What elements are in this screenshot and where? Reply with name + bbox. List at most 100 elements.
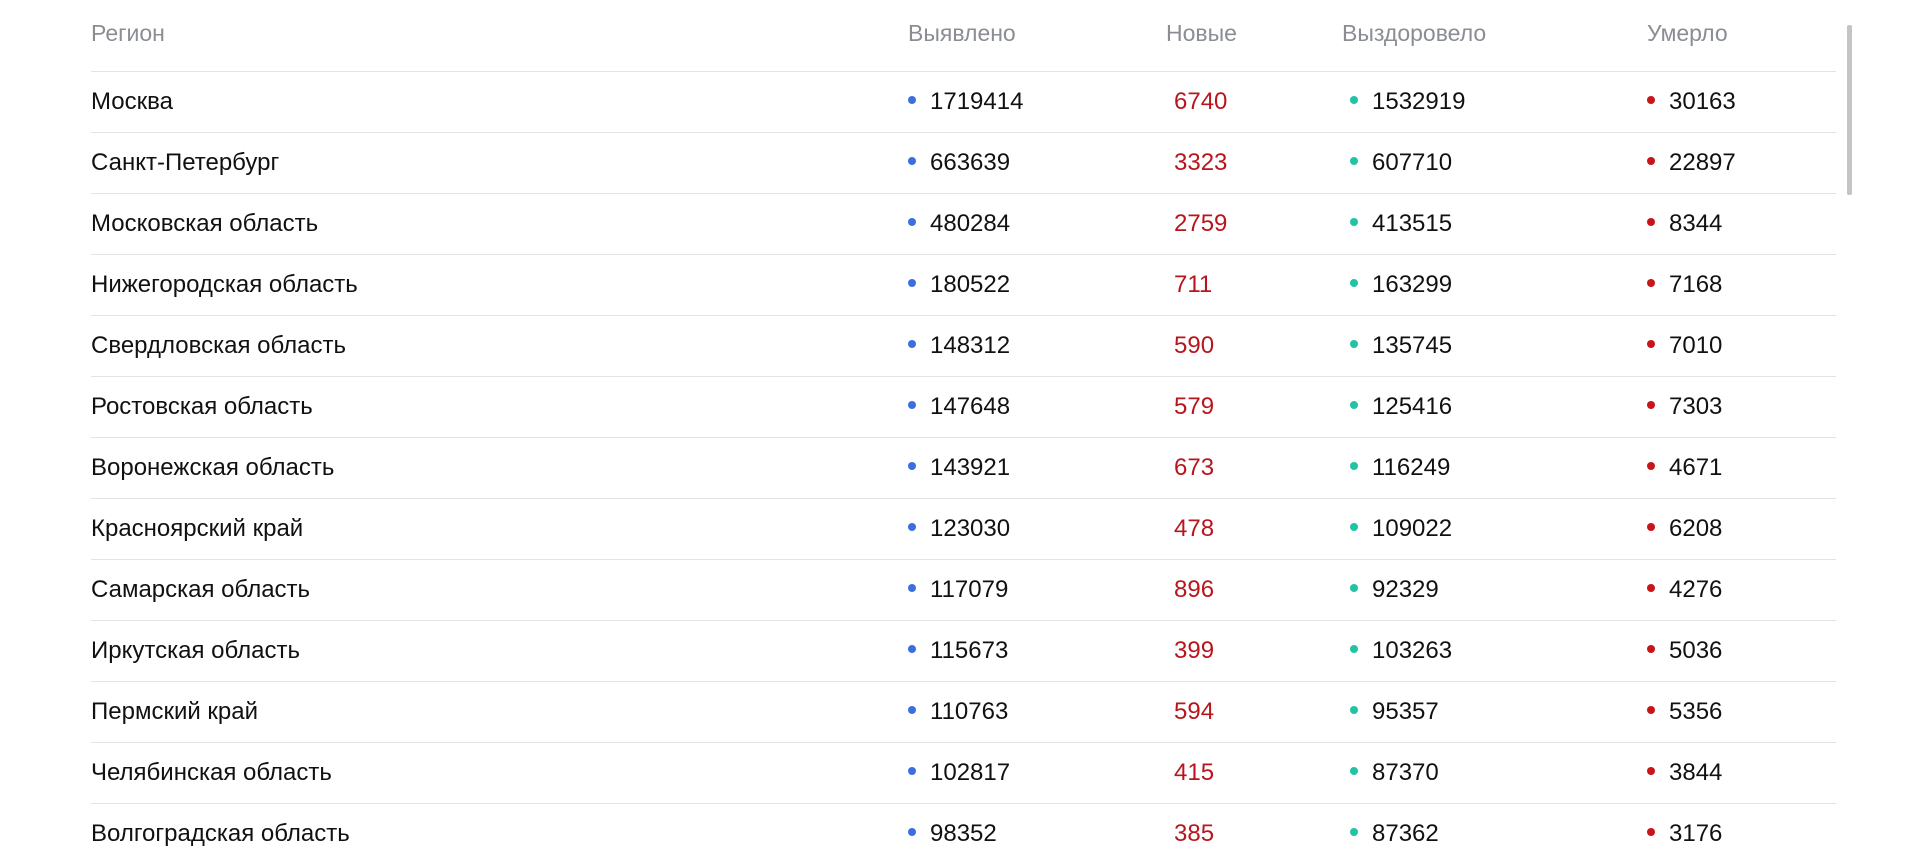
new-value: 399: [1174, 637, 1215, 664]
died-value: 5036: [1669, 637, 1723, 664]
died-dot-icon: [1647, 462, 1655, 470]
new-value: 673: [1174, 454, 1215, 481]
region-name: Ростовская область: [91, 393, 313, 420]
died-dot-icon: [1647, 645, 1655, 653]
column-header-region[interactable]: Регион: [91, 3, 165, 63]
column-header-detected[interactable]: Выявлено: [908, 3, 1016, 63]
died-cell: 7010: [1647, 316, 1722, 376]
recovered-value: 135745: [1372, 332, 1453, 359]
recovered-value: 87362: [1372, 820, 1439, 847]
died-value: 6208: [1669, 515, 1723, 542]
died-value: 7010: [1669, 332, 1723, 359]
detected-value: 480284: [930, 210, 1011, 237]
region-name: Пермский край: [91, 698, 259, 725]
region-name: Московская область: [91, 210, 319, 237]
table-header: Регион Выявлено Новые Выздоровело Умерло: [91, 11, 1836, 72]
region-name: Москва: [91, 88, 173, 115]
died-cell: 7168: [1647, 255, 1722, 315]
detected-cell: 143921: [908, 438, 1010, 498]
recovered-dot-icon: [1350, 523, 1358, 531]
died-value: 7168: [1669, 271, 1723, 298]
table-row[interactable]: Санкт-Петербург 663639 3323 607710 22897: [91, 133, 1836, 194]
died-dot-icon: [1647, 828, 1655, 836]
detected-value: 123030: [930, 515, 1011, 542]
died-value: 4671: [1669, 454, 1723, 481]
region-name: Красноярский край: [91, 515, 304, 542]
died-dot-icon: [1647, 218, 1655, 226]
detected-dot-icon: [908, 340, 916, 348]
column-header-new[interactable]: Новые: [1166, 3, 1237, 63]
recovered-value: 1532919: [1372, 88, 1466, 115]
died-value: 7303: [1669, 393, 1723, 420]
died-cell: 5356: [1647, 682, 1722, 742]
detected-dot-icon: [908, 279, 916, 287]
table-row[interactable]: Челябинская область 102817 415 87370 384…: [91, 743, 1836, 804]
detected-dot-icon: [908, 462, 916, 470]
region-name: Санкт-Петербург: [91, 149, 280, 176]
died-cell: 6208: [1647, 499, 1722, 559]
recovered-value: 109022: [1372, 515, 1453, 542]
died-cell: 4276: [1647, 560, 1722, 620]
died-dot-icon: [1647, 340, 1655, 348]
detected-dot-icon: [908, 584, 916, 592]
table-row[interactable]: Самарская область 117079 896 92329 4276: [91, 560, 1836, 621]
detected-cell: 480284: [908, 194, 1010, 254]
column-header-recovered[interactable]: Выздоровело: [1342, 3, 1486, 63]
new-value: 478: [1174, 515, 1215, 542]
table-row[interactable]: Иркутская область 115673 399 103263 5036: [91, 621, 1836, 682]
new-value: 6740: [1174, 88, 1228, 115]
region-name: Свердловская область: [91, 332, 346, 359]
table-row[interactable]: Москва 1719414 6740 1532919 30163: [91, 72, 1836, 133]
died-cell: 8344: [1647, 194, 1722, 254]
detected-dot-icon: [908, 218, 916, 226]
recovered-value: 116249: [1372, 454, 1451, 481]
new-value: 594: [1174, 698, 1215, 725]
detected-cell: 110763: [908, 682, 1008, 742]
detected-cell: 180522: [908, 255, 1010, 315]
table-row[interactable]: Воронежская область 143921 673 116249 46…: [91, 438, 1836, 499]
table-row[interactable]: Свердловская область 148312 590 135745 7…: [91, 316, 1836, 377]
recovered-cell: 1532919: [1350, 72, 1465, 132]
recovered-cell: 135745: [1350, 316, 1452, 376]
recovered-cell: 95357: [1350, 682, 1439, 742]
table-row[interactable]: Пермский край 110763 594 95357 5356: [91, 682, 1836, 743]
recovered-cell: 607710: [1350, 133, 1452, 193]
table-row[interactable]: Московская область 480284 2759 413515 83…: [91, 194, 1836, 255]
recovered-dot-icon: [1350, 462, 1358, 470]
region-stats-table: Регион Выявлено Новые Выздоровело Умерло…: [91, 11, 1836, 854]
detected-value: 1719414: [930, 88, 1024, 115]
detected-dot-icon: [908, 523, 916, 531]
died-cell: 7303: [1647, 377, 1722, 437]
recovered-dot-icon: [1350, 828, 1358, 836]
recovered-dot-icon: [1350, 157, 1358, 165]
detected-dot-icon: [908, 706, 916, 714]
recovered-cell: 87362: [1350, 804, 1439, 854]
detected-value: 143921: [930, 454, 1011, 481]
died-value: 3844: [1669, 759, 1723, 786]
table-row[interactable]: Красноярский край 123030 478 109022 6208: [91, 499, 1836, 560]
scrollbar-thumb[interactable]: [1847, 25, 1852, 195]
detected-cell: 148312: [908, 316, 1010, 376]
column-header-died[interactable]: Умерло: [1647, 3, 1728, 63]
region-name: Челябинская область: [91, 759, 332, 786]
recovered-value: 413515: [1372, 210, 1453, 237]
detected-value: 98352: [930, 820, 997, 847]
recovered-cell: 109022: [1350, 499, 1452, 559]
recovered-dot-icon: [1350, 96, 1358, 104]
page: Регион Выявлено Новые Выздоровело Умерло…: [0, 0, 1918, 854]
table-body: Москва 1719414 6740 1532919 30163 Санкт-…: [91, 72, 1836, 854]
detected-value: 147648: [930, 393, 1011, 420]
died-value: 22897: [1669, 149, 1736, 176]
detected-cell: 123030: [908, 499, 1010, 559]
recovered-dot-icon: [1350, 767, 1358, 775]
table-row[interactable]: Ростовская область 147648 579 125416 730…: [91, 377, 1836, 438]
detected-value: 148312: [930, 332, 1011, 359]
detected-cell: 115673: [908, 621, 1008, 681]
table-row[interactable]: Волгоградская область 98352 385 87362 31…: [91, 804, 1836, 854]
table-row[interactable]: Нижегородская область 180522 711 163299 …: [91, 255, 1836, 316]
new-value: 590: [1174, 332, 1215, 359]
recovered-cell: 87370: [1350, 743, 1439, 803]
recovered-dot-icon: [1350, 706, 1358, 714]
recovered-cell: 163299: [1350, 255, 1452, 315]
died-dot-icon: [1647, 279, 1655, 287]
